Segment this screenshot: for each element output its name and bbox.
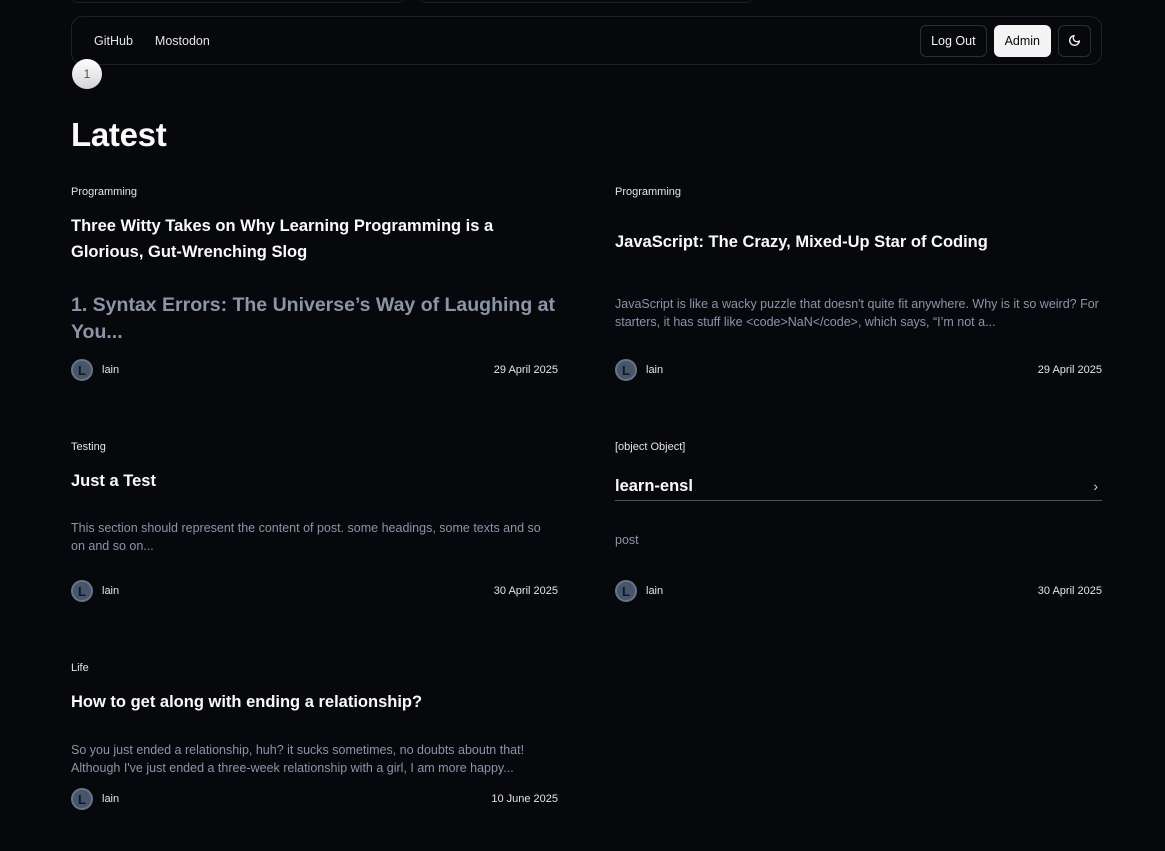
moon-icon bbox=[1068, 34, 1081, 47]
post-title[interactable]: JavaScript: The Crazy, Mixed-Up Star of … bbox=[615, 229, 1102, 255]
post-category: Life bbox=[71, 662, 89, 674]
author-name: lain bbox=[102, 585, 120, 597]
avatar: L bbox=[71, 580, 93, 602]
author-name: lain bbox=[102, 364, 120, 376]
logout-button[interactable]: Log Out bbox=[920, 24, 987, 57]
theme-toggle-button[interactable] bbox=[1058, 24, 1091, 57]
top-input-outline-left bbox=[71, 0, 405, 3]
post-author: L lain bbox=[71, 788, 119, 810]
post-meta: L lain 30 April 2025 bbox=[71, 580, 558, 602]
post-date: 29 April 2025 bbox=[493, 364, 558, 376]
post-card[interactable]: Programming JavaScript: The Crazy, Mixed… bbox=[615, 186, 1102, 386]
top-navbar: GitHub Mostodon Log Out Admin bbox=[71, 16, 1102, 65]
nav-links: GitHub Mostodon bbox=[94, 34, 210, 48]
avatar: L bbox=[71, 788, 93, 810]
post-date: 10 June 2025 bbox=[491, 793, 558, 805]
post-meta: L lain 29 April 2025 bbox=[615, 359, 1102, 381]
post-date: 30 April 2025 bbox=[1037, 585, 1102, 597]
post-meta: L lain 29 April 2025 bbox=[71, 359, 558, 381]
author-name: lain bbox=[646, 364, 664, 376]
post-title[interactable]: Three Witty Takes on Why Learning Progra… bbox=[71, 213, 558, 265]
post-card[interactable]: Programming Three Witty Takes on Why Lea… bbox=[71, 186, 558, 386]
author-name: lain bbox=[102, 793, 120, 805]
post-excerpt-heading: 1. Syntax Errors: The Universe’s Way of … bbox=[71, 294, 556, 343]
post-excerpt: So you just ended a relationship, huh? i… bbox=[71, 743, 525, 775]
avatar: L bbox=[71, 359, 93, 381]
post-category: [object Object] bbox=[615, 441, 686, 453]
post-author: L lain bbox=[71, 580, 119, 602]
post-date: 29 April 2025 bbox=[1037, 364, 1102, 376]
post-meta: L lain 10 June 2025 bbox=[71, 788, 558, 810]
post-category: Programming bbox=[71, 186, 138, 198]
post-excerpt: JavaScript is like a wacky puzzle that d… bbox=[615, 297, 1099, 329]
author-name: lain bbox=[646, 585, 664, 597]
page-number-badge[interactable]: 1 bbox=[72, 59, 102, 89]
nav-link-github[interactable]: GitHub bbox=[94, 34, 133, 48]
post-date: 30 April 2025 bbox=[493, 585, 558, 597]
post-category: Programming bbox=[615, 186, 682, 198]
post-link-title[interactable]: learn-ensl › bbox=[615, 477, 1102, 501]
post-author: L lain bbox=[71, 359, 119, 381]
nav-link-mastodon[interactable]: Mostodon bbox=[155, 34, 210, 48]
avatar: L bbox=[615, 359, 637, 381]
post-meta: L lain 30 April 2025 bbox=[615, 580, 1102, 602]
avatar: L bbox=[615, 580, 637, 602]
post-card[interactable]: Testing Just a Test This section should … bbox=[71, 441, 558, 611]
post-category: Testing bbox=[71, 441, 106, 453]
post-author: L lain bbox=[615, 359, 663, 381]
post-card[interactable]: [object Object] learn-ensl › post L lain… bbox=[615, 441, 1102, 611]
post-excerpt: post bbox=[615, 533, 639, 547]
post-link-label: learn-ensl bbox=[615, 477, 693, 495]
post-excerpt: This section should represent the conten… bbox=[71, 521, 541, 553]
chevron-right-icon: › bbox=[1093, 478, 1098, 494]
page-title: Latest bbox=[71, 116, 167, 153]
top-input-outline-right bbox=[419, 0, 753, 3]
admin-button[interactable]: Admin bbox=[993, 24, 1051, 57]
post-title[interactable]: How to get along with ending a relations… bbox=[71, 689, 558, 715]
post-title[interactable]: Just a Test bbox=[71, 468, 558, 494]
nav-actions: Log Out Admin bbox=[920, 24, 1091, 57]
post-author: L lain bbox=[615, 580, 663, 602]
post-card[interactable]: Life How to get along with ending a rela… bbox=[71, 662, 558, 822]
